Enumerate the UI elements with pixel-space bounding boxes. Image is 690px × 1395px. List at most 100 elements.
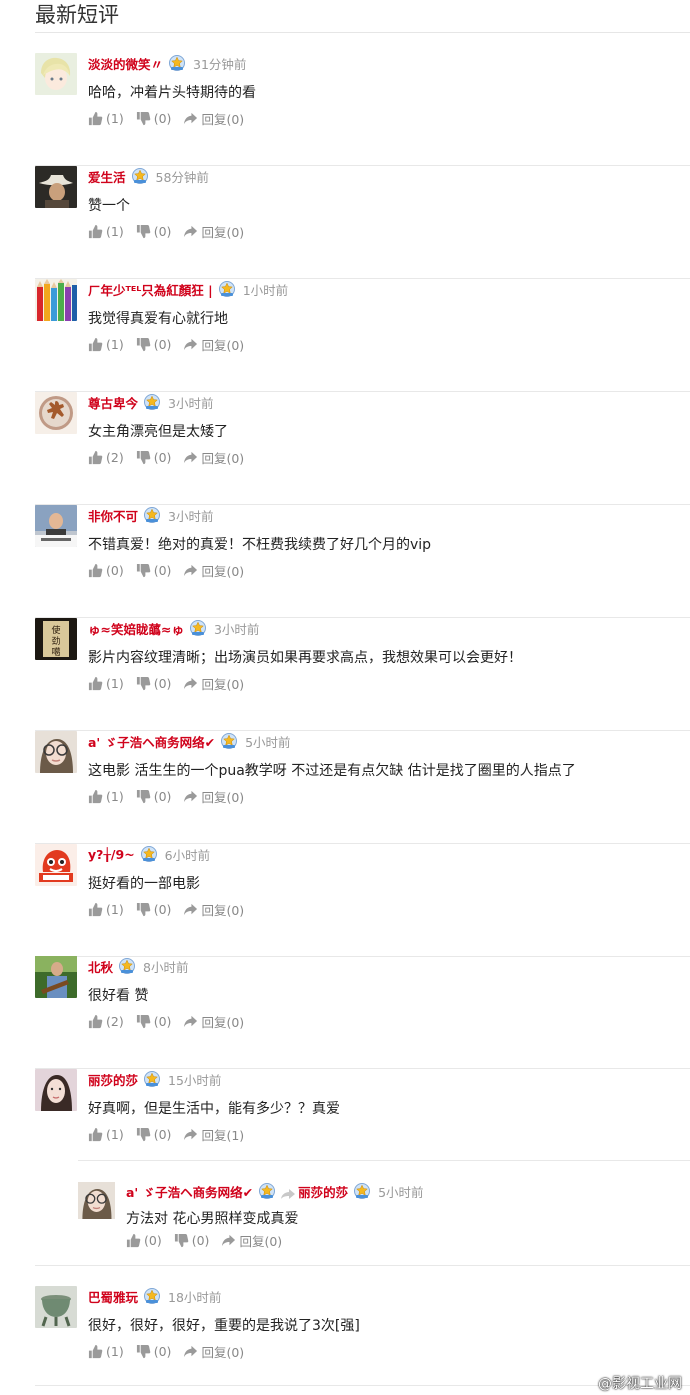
avatar[interactable]: [35, 844, 77, 886]
thumbs-up-icon: [88, 902, 106, 917]
thumbs-up-icon: [88, 1344, 106, 1359]
avatar[interactable]: [35, 731, 77, 773]
like-button[interactable]: (0): [88, 563, 124, 578]
reply-arrow-icon: [183, 1014, 201, 1029]
reply-button[interactable]: 回复(0): [183, 1342, 244, 1361]
reply-button[interactable]: 回复(0): [183, 109, 244, 128]
reply-button[interactable]: 回复(0): [183, 448, 244, 467]
comment-item: 非你不可 3小时前 不错真爱！绝对的真爱！不枉费我续费了好几个月的vip (0) (0)…: [35, 505, 690, 618]
dislike-button[interactable]: (0): [136, 1344, 171, 1359]
reply-actions: (0) (0) 回复(0): [126, 1231, 294, 1249]
dislike-button[interactable]: (0): [136, 788, 172, 804]
reply-to-username-link[interactable]: 丽莎的莎: [298, 1182, 348, 1201]
like-button[interactable]: (1): [88, 111, 124, 126]
reply-button[interactable]: 回复(0): [183, 222, 244, 241]
reply-button[interactable]: 回复(0): [183, 561, 244, 580]
like-button[interactable]: (2): [88, 450, 124, 465]
comment-actions: (1) (0) 回复(0): [88, 335, 256, 353]
avatar[interactable]: 使劲噶: [35, 618, 77, 660]
comment-meta: 北秋 8小时前: [88, 956, 188, 976]
username-link[interactable]: 巴蜀雅玩: [88, 1287, 138, 1306]
vip-star-badge-icon: [189, 619, 207, 637]
dislike-button[interactable]: (0): [174, 1233, 209, 1248]
comment-text: 这电影 活生生的一个pua教学呀 不过还是有点欠缺 估计是找了圈里的人指点了: [88, 763, 576, 779]
dislike-button[interactable]: (0): [136, 562, 172, 578]
like-button[interactable]: (1): [88, 224, 124, 239]
like-button[interactable]: (1): [88, 902, 124, 917]
username-link[interactable]: y?╁/9~: [88, 847, 135, 862]
avatar[interactable]: [35, 1069, 77, 1111]
avatar[interactable]: [35, 53, 77, 95]
like-button[interactable]: (1): [88, 337, 124, 352]
like-button[interactable]: (0): [126, 1233, 162, 1248]
like-button[interactable]: (2): [88, 1014, 124, 1029]
reply-arrow-icon: [183, 337, 201, 352]
dislike-button[interactable]: (0): [136, 676, 171, 691]
reply-button[interactable]: 回复(0): [183, 335, 244, 354]
thumbs-up-icon: [88, 337, 106, 352]
thumbs-up-icon: [88, 1014, 106, 1029]
thumbs-up-icon: [88, 789, 106, 804]
dislike-count: (0): [153, 223, 172, 239]
thumbs-up-icon: [126, 1233, 144, 1248]
username-link[interactable]: 丽莎的莎: [88, 1070, 138, 1089]
vip-star-badge-icon: [143, 1287, 161, 1305]
reply-button[interactable]: 回复(0): [183, 900, 244, 919]
username-link[interactable]: a' ゞ子浩ヘ商务网络✔: [88, 732, 215, 751]
vip-star-badge-icon: [218, 280, 236, 298]
dislike-button[interactable]: (0): [136, 111, 171, 126]
reply-button[interactable]: 回复(0): [183, 674, 244, 693]
dislike-count: (0): [153, 336, 172, 352]
like-count: (2): [106, 1013, 124, 1029]
avatar[interactable]: [35, 956, 77, 998]
avatar[interactable]: [78, 1182, 115, 1219]
dislike-count: (0): [153, 562, 172, 578]
username-link[interactable]: 爱生活: [88, 167, 126, 186]
username-link[interactable]: 北秋: [88, 957, 113, 976]
reply-count: 回复(0): [239, 1233, 283, 1249]
reply-to-arrow-icon: [280, 1185, 296, 1199]
dislike-count: (0): [153, 1126, 172, 1142]
reply-button[interactable]: 回复(0): [183, 787, 244, 806]
vip-star-badge-icon: [353, 1182, 371, 1200]
thumbs-down-icon: [136, 676, 154, 691]
username-link[interactable]: ㄏ年少ᵀᴱᴸ只為紅顏狂 |: [88, 280, 213, 299]
thumbs-down-icon: [136, 789, 154, 804]
dislike-button[interactable]: (0): [136, 902, 171, 917]
username-link[interactable]: ゅ≈笑婄眬蘤≈ゅ: [88, 619, 184, 638]
thumbs-up-icon: [88, 1127, 106, 1142]
avatar[interactable]: [35, 392, 77, 434]
reply-button[interactable]: 回复(1): [183, 1125, 244, 1144]
avatar[interactable]: [35, 166, 77, 208]
reply-count: 回复(0): [201, 1344, 245, 1360]
like-button[interactable]: (1): [88, 1344, 124, 1359]
username-link[interactable]: 非你不可: [88, 506, 138, 525]
dislike-count: (0): [153, 788, 172, 804]
thumbs-down-icon: [136, 224, 154, 239]
vip-star-badge-icon: [143, 506, 161, 524]
dislike-count: (0): [153, 1013, 172, 1029]
like-button[interactable]: (1): [88, 676, 124, 691]
avatar[interactable]: [35, 505, 77, 547]
dislike-button[interactable]: (0): [136, 1013, 172, 1029]
comment-item: ㄏ年少ᵀᴱᴸ只為紅顏狂 | 1小时前 我觉得真爱有心就行地 (1) (0) 回复(0): [35, 279, 690, 392]
dislike-button[interactable]: (0): [136, 1126, 172, 1142]
dislike-button[interactable]: (0): [136, 450, 171, 465]
comment-time: 18小时前: [168, 1289, 222, 1305]
username-link[interactable]: 尊古卑今: [88, 393, 138, 412]
dislike-button[interactable]: (0): [136, 223, 172, 239]
reply-button[interactable]: 回复(0): [183, 1012, 244, 1031]
like-button[interactable]: (1): [88, 1127, 124, 1142]
thumbs-down-icon: [136, 1344, 154, 1359]
comment-item: 爱生活 58分钟前 赞一个 (1) (0) 回复(0): [35, 166, 690, 279]
username-link[interactable]: a' ゞ子浩ヘ商务网络✔: [126, 1182, 253, 1201]
section-divider: [35, 32, 690, 33]
avatar[interactable]: [35, 1286, 77, 1328]
reply-button[interactable]: 回复(0): [221, 1231, 282, 1250]
comment-item: 淡淡的微笑〃 31分钟前 哈哈，冲着片头特期待的看 (1) (0) 回复(0): [35, 53, 690, 166]
like-button[interactable]: (1): [88, 789, 124, 804]
username-link[interactable]: 淡淡的微笑〃: [88, 54, 163, 73]
comment-time: 5小时前: [245, 734, 291, 750]
dislike-button[interactable]: (0): [136, 336, 172, 352]
avatar[interactable]: [35, 279, 77, 321]
